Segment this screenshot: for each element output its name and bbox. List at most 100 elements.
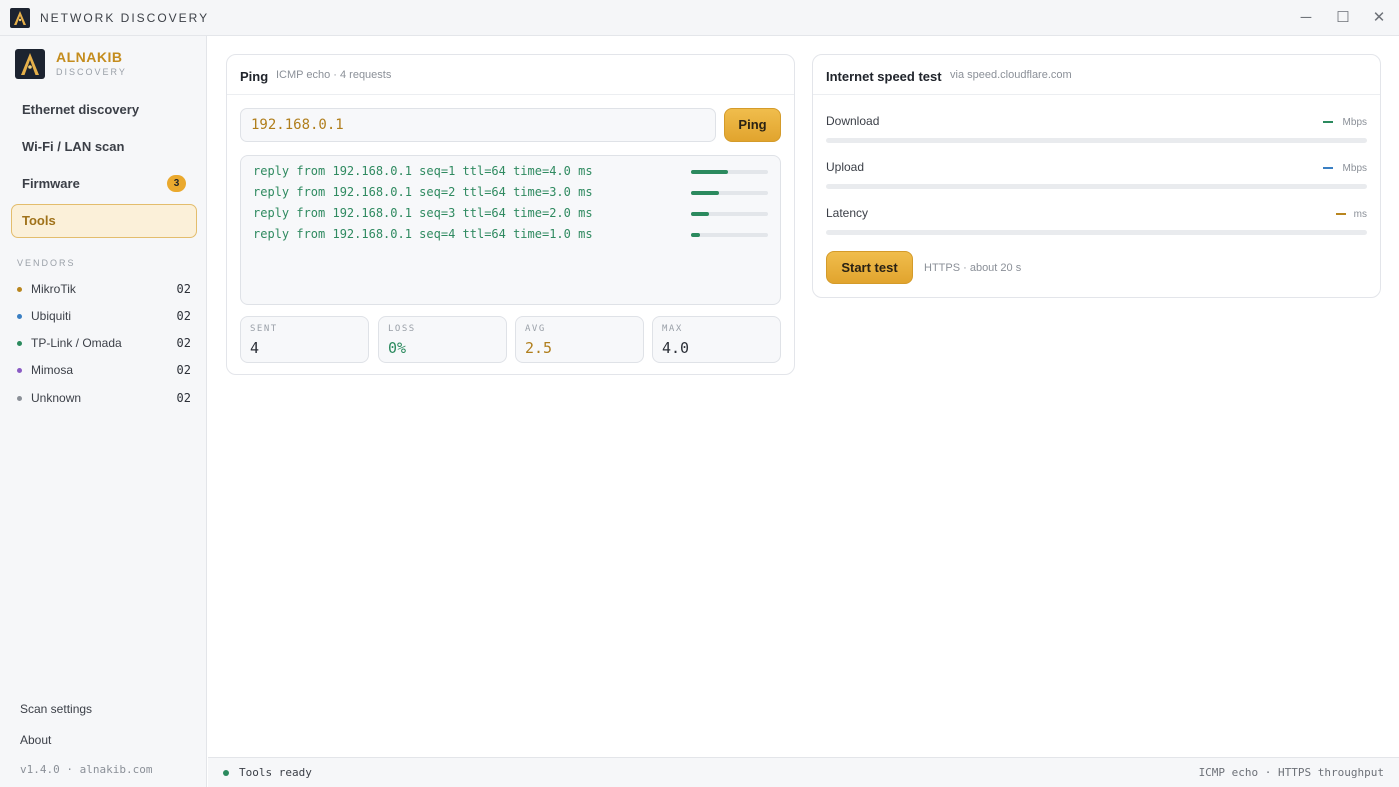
- version-text: v1.4.0 · alnakib.com: [20, 763, 153, 776]
- nav-item-firmware[interactable]: Firmware 3: [11, 167, 197, 201]
- speed-test-card: Internet speed test via speed.cloudflare…: [812, 54, 1381, 298]
- reply-time-bar: [691, 233, 768, 237]
- maximize-button[interactable]: ☐: [1328, 6, 1358, 30]
- speed-test-header: Internet speed test via speed.cloudflare…: [813, 55, 1380, 95]
- vendor-name: Mimosa: [31, 363, 74, 377]
- latency-progress-bar: [826, 230, 1367, 235]
- vendor-count: 02: [176, 391, 191, 405]
- vendor-name: Ubiquiti: [31, 309, 72, 323]
- reply-time-bar: [691, 212, 768, 216]
- reply-line: reply from 192.168.0.1 seq=3 ttl=64 time…: [253, 206, 593, 220]
- vendor-name: MikroTik: [31, 282, 76, 296]
- nav-label: Ethernet discovery: [22, 102, 140, 117]
- stat-max: MAX 4.0: [652, 316, 781, 363]
- vendor-item-mimosa[interactable]: Mimosa 02: [17, 362, 191, 380]
- vendor-count: 02: [176, 282, 191, 296]
- ping-title: Ping: [240, 69, 269, 84]
- ping-card-header: Ping ICMP echo · 4 requests: [227, 55, 794, 95]
- speed-test-title: Internet speed test: [826, 69, 942, 84]
- metric-unit: Mbps: [1342, 163, 1367, 174]
- reply-time-bar-fill: [691, 191, 719, 195]
- vendor-item-ubiquiti[interactable]: Ubiquiti 02: [17, 308, 191, 326]
- title-bar: NETWORK DISCOVERY ─ ☐ ✕: [0, 0, 1399, 36]
- reply-time-bar-fill: [691, 170, 728, 174]
- sidebar: ALNAKIB DISCOVERY Ethernet discovery Wi-…: [0, 36, 207, 787]
- nav-label: Firmware: [22, 176, 80, 191]
- metric-latency: Latency ms: [826, 206, 1367, 236]
- metric-upload: Upload Mbps: [826, 160, 1367, 190]
- speed-test-note: HTTPS · about 20 s: [924, 262, 1022, 274]
- nav-label: Tools: [22, 213, 56, 228]
- vendor-item-unknown[interactable]: Unknown 02: [17, 390, 191, 408]
- vendor-name: TP-Link / Omada: [31, 336, 122, 350]
- status-bar: Tools ready ICMP echo · HTTPS throughput: [208, 757, 1399, 787]
- about-link[interactable]: About: [20, 733, 51, 747]
- vendor-item-tp-link-omada[interactable]: TP-Link / Omada 02: [17, 335, 191, 353]
- stat-sent: SENT 4: [240, 316, 369, 363]
- main-content: Ping ICMP echo · 4 requests 192.168.0.1 …: [208, 36, 1399, 756]
- window-title: NETWORK DISCOVERY: [40, 11, 210, 25]
- metric-label: Latency: [826, 206, 869, 220]
- ping-button[interactable]: Ping: [724, 108, 781, 142]
- reply-time-bar-fill: [691, 233, 701, 237]
- vendor-dot: [17, 368, 22, 373]
- scan-settings-link[interactable]: Scan settings: [20, 702, 92, 716]
- vendor-name: Unknown: [31, 391, 82, 405]
- stat-loss: LOSS 0%: [378, 316, 507, 363]
- metric-unit: Mbps: [1342, 117, 1367, 128]
- nav-label: Wi-Fi / LAN scan: [22, 139, 125, 154]
- minimize-button[interactable]: ─: [1291, 6, 1321, 30]
- metric-label: Upload: [826, 160, 865, 174]
- metric-unit: ms: [1353, 209, 1367, 220]
- stat-label: SENT: [250, 324, 278, 334]
- stat-value: 4: [250, 339, 260, 357]
- metric-value-placeholder: [1323, 121, 1333, 123]
- stat-value: 2.5: [525, 339, 553, 357]
- vendor-count: 02: [176, 309, 191, 323]
- status-indicator-icon: [223, 770, 229, 776]
- upload-progress-bar: [826, 184, 1367, 189]
- vendor-dot: [17, 341, 22, 346]
- nav-item-ethernet-discovery[interactable]: Ethernet discovery: [11, 93, 197, 127]
- reply-time-bar: [691, 191, 768, 195]
- close-button[interactable]: ✕: [1364, 6, 1394, 30]
- start-test-button[interactable]: Start test: [826, 251, 913, 284]
- vendor-dot: [17, 314, 22, 319]
- stat-label: MAX: [662, 324, 683, 334]
- vendor-dot: [17, 287, 22, 292]
- vendor-item-mikrotik[interactable]: MikroTik 02: [17, 281, 191, 299]
- reply-line: reply from 192.168.0.1 seq=2 ttl=64 time…: [253, 185, 593, 199]
- speed-test-subtitle: via speed.cloudflare.com: [950, 69, 1072, 81]
- vendor-count: 02: [176, 363, 191, 377]
- status-text: Tools ready: [239, 766, 312, 779]
- vendor-dot: [17, 396, 22, 401]
- stat-label: LOSS: [388, 324, 416, 334]
- brand-name: ALNAKIB: [56, 49, 123, 65]
- stat-label: AVG: [525, 324, 546, 334]
- firmware-count-badge: 3: [167, 175, 186, 192]
- download-progress-bar: [826, 138, 1367, 143]
- metric-label: Download: [826, 114, 880, 128]
- ping-output-console: reply from 192.168.0.1 seq=1 ttl=64 time…: [240, 155, 781, 305]
- reply-line: reply from 192.168.0.1 seq=1 ttl=64 time…: [253, 164, 593, 178]
- metric-value-placeholder: [1336, 213, 1346, 215]
- nav-item-wifi-lan-scan[interactable]: Wi-Fi / LAN scan: [11, 130, 197, 164]
- metric-value-placeholder: [1323, 167, 1333, 169]
- brand-subtitle: DISCOVERY: [56, 67, 127, 77]
- stat-value: 0%: [388, 339, 407, 357]
- nav-item-tools[interactable]: Tools: [11, 204, 197, 238]
- reply-time-bar: [691, 170, 768, 174]
- reply-time-bar-fill: [691, 212, 710, 216]
- app-logo-icon: [10, 8, 30, 28]
- ping-target-input[interactable]: 192.168.0.1: [240, 108, 716, 142]
- stat-value: 4.0: [662, 339, 690, 357]
- metric-download: Download Mbps: [826, 114, 1367, 144]
- ping-card: Ping ICMP echo · 4 requests 192.168.0.1 …: [226, 54, 795, 375]
- vendors-heading: VENDORS: [17, 258, 76, 268]
- ping-subtitle: ICMP echo · 4 requests: [276, 69, 392, 81]
- status-protocols: ICMP echo · HTTPS throughput: [1198, 766, 1384, 779]
- reply-line: reply from 192.168.0.1 seq=4 ttl=64 time…: [253, 227, 593, 241]
- stat-avg: AVG 2.5: [515, 316, 644, 363]
- vendor-count: 02: [176, 336, 191, 350]
- brand-logo-icon: [15, 49, 45, 79]
